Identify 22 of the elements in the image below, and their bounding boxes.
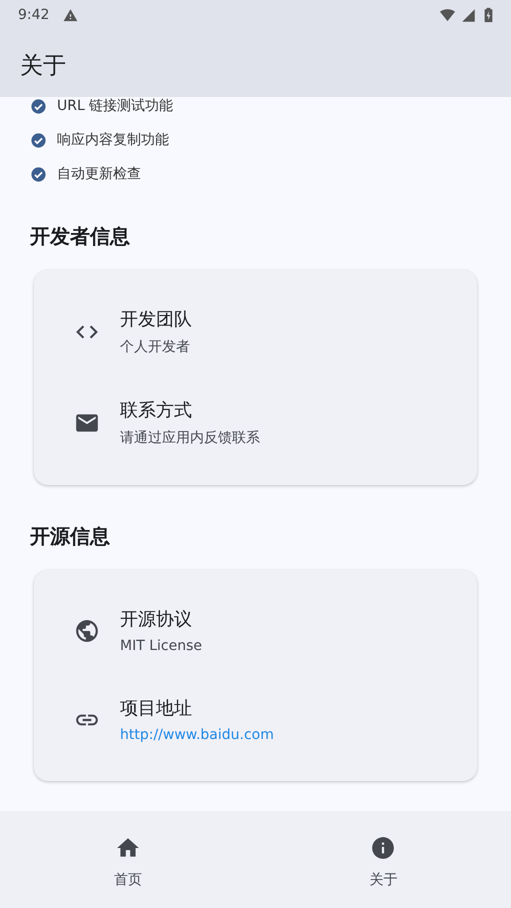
feature-label: URL 链接测试功能 [57, 97, 174, 115]
battery-icon [484, 7, 493, 23]
section-heading: 开发者信息 [30, 223, 131, 250]
page-title: 关于 [19, 52, 67, 81]
item-subtitle: 个人开发者 [120, 338, 191, 356]
nav-item[interactable]: 首页 [0, 811, 256, 908]
clock-time: 9:42 [18, 7, 50, 23]
feature-label: 自动更新检查 [57, 165, 141, 183]
section-heading: 开源信息 [30, 523, 111, 550]
globe-icon [74, 618, 100, 644]
item-title: 开发团队 [120, 308, 192, 331]
warning-icon [63, 8, 78, 22]
item-title: 项目地址 [120, 697, 193, 720]
item-subtitle: 请通过应用内反馈联系 [120, 429, 260, 447]
nav-item[interactable]: 关于 [256, 811, 511, 908]
signal-icon [461, 8, 476, 22]
item-subtitle: MIT License [120, 638, 202, 654]
item-title: 联系方式 [120, 399, 193, 422]
item-title: 开源协议 [120, 608, 193, 631]
info-icon [370, 835, 396, 861]
wifi-icon [440, 8, 455, 22]
feature-label: 响应内容复制功能 [57, 131, 169, 149]
